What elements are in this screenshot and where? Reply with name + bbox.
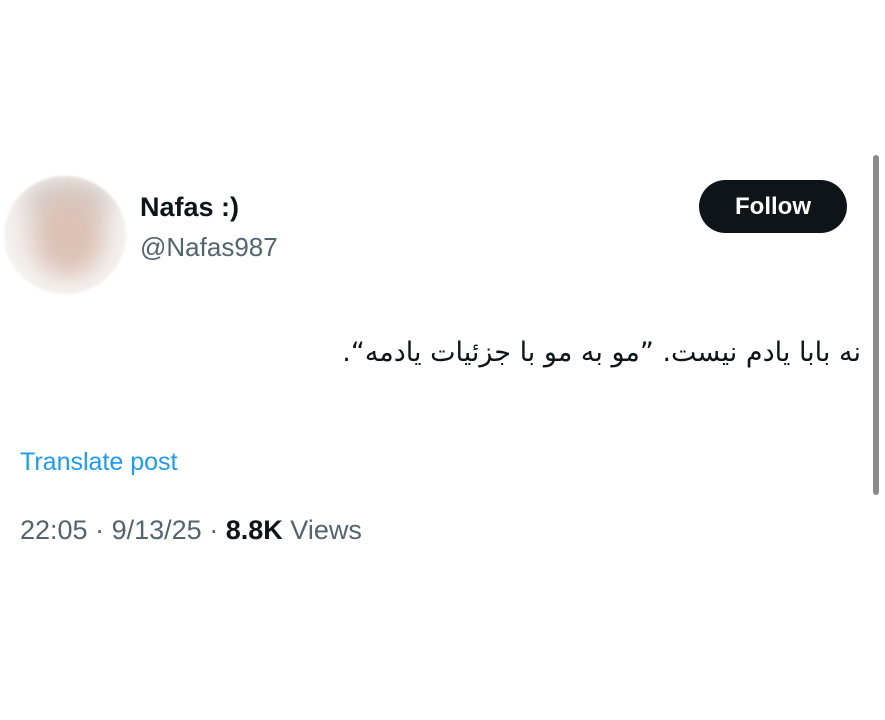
follow-button[interactable]: Follow [699,180,847,233]
post-text: نه بابا یادم نیست. ”مو به مو با جزئیات ی… [342,337,861,368]
user-handle[interactable]: @Nafas987 [140,231,278,263]
post-date[interactable]: 9/13/25 [112,515,202,545]
post-time[interactable]: 22:05 [20,515,88,545]
post-metadata: 22:05 · 9/13/25 · 8.8K Views [20,512,362,548]
display-name[interactable]: Nafas :) [140,190,239,224]
avatar-face [38,194,100,274]
scrollbar[interactable] [873,155,879,495]
tweet-card: Nafas :) @Nafas987 Follow نه بابا یادم ن… [0,0,885,720]
translate-post-link[interactable]: Translate post [20,446,177,478]
views-count[interactable]: 8.8K [226,515,283,545]
avatar[interactable] [4,176,126,294]
meta-separator: · [95,515,105,545]
views-label: Views [290,515,362,545]
meta-separator: · [209,515,219,545]
